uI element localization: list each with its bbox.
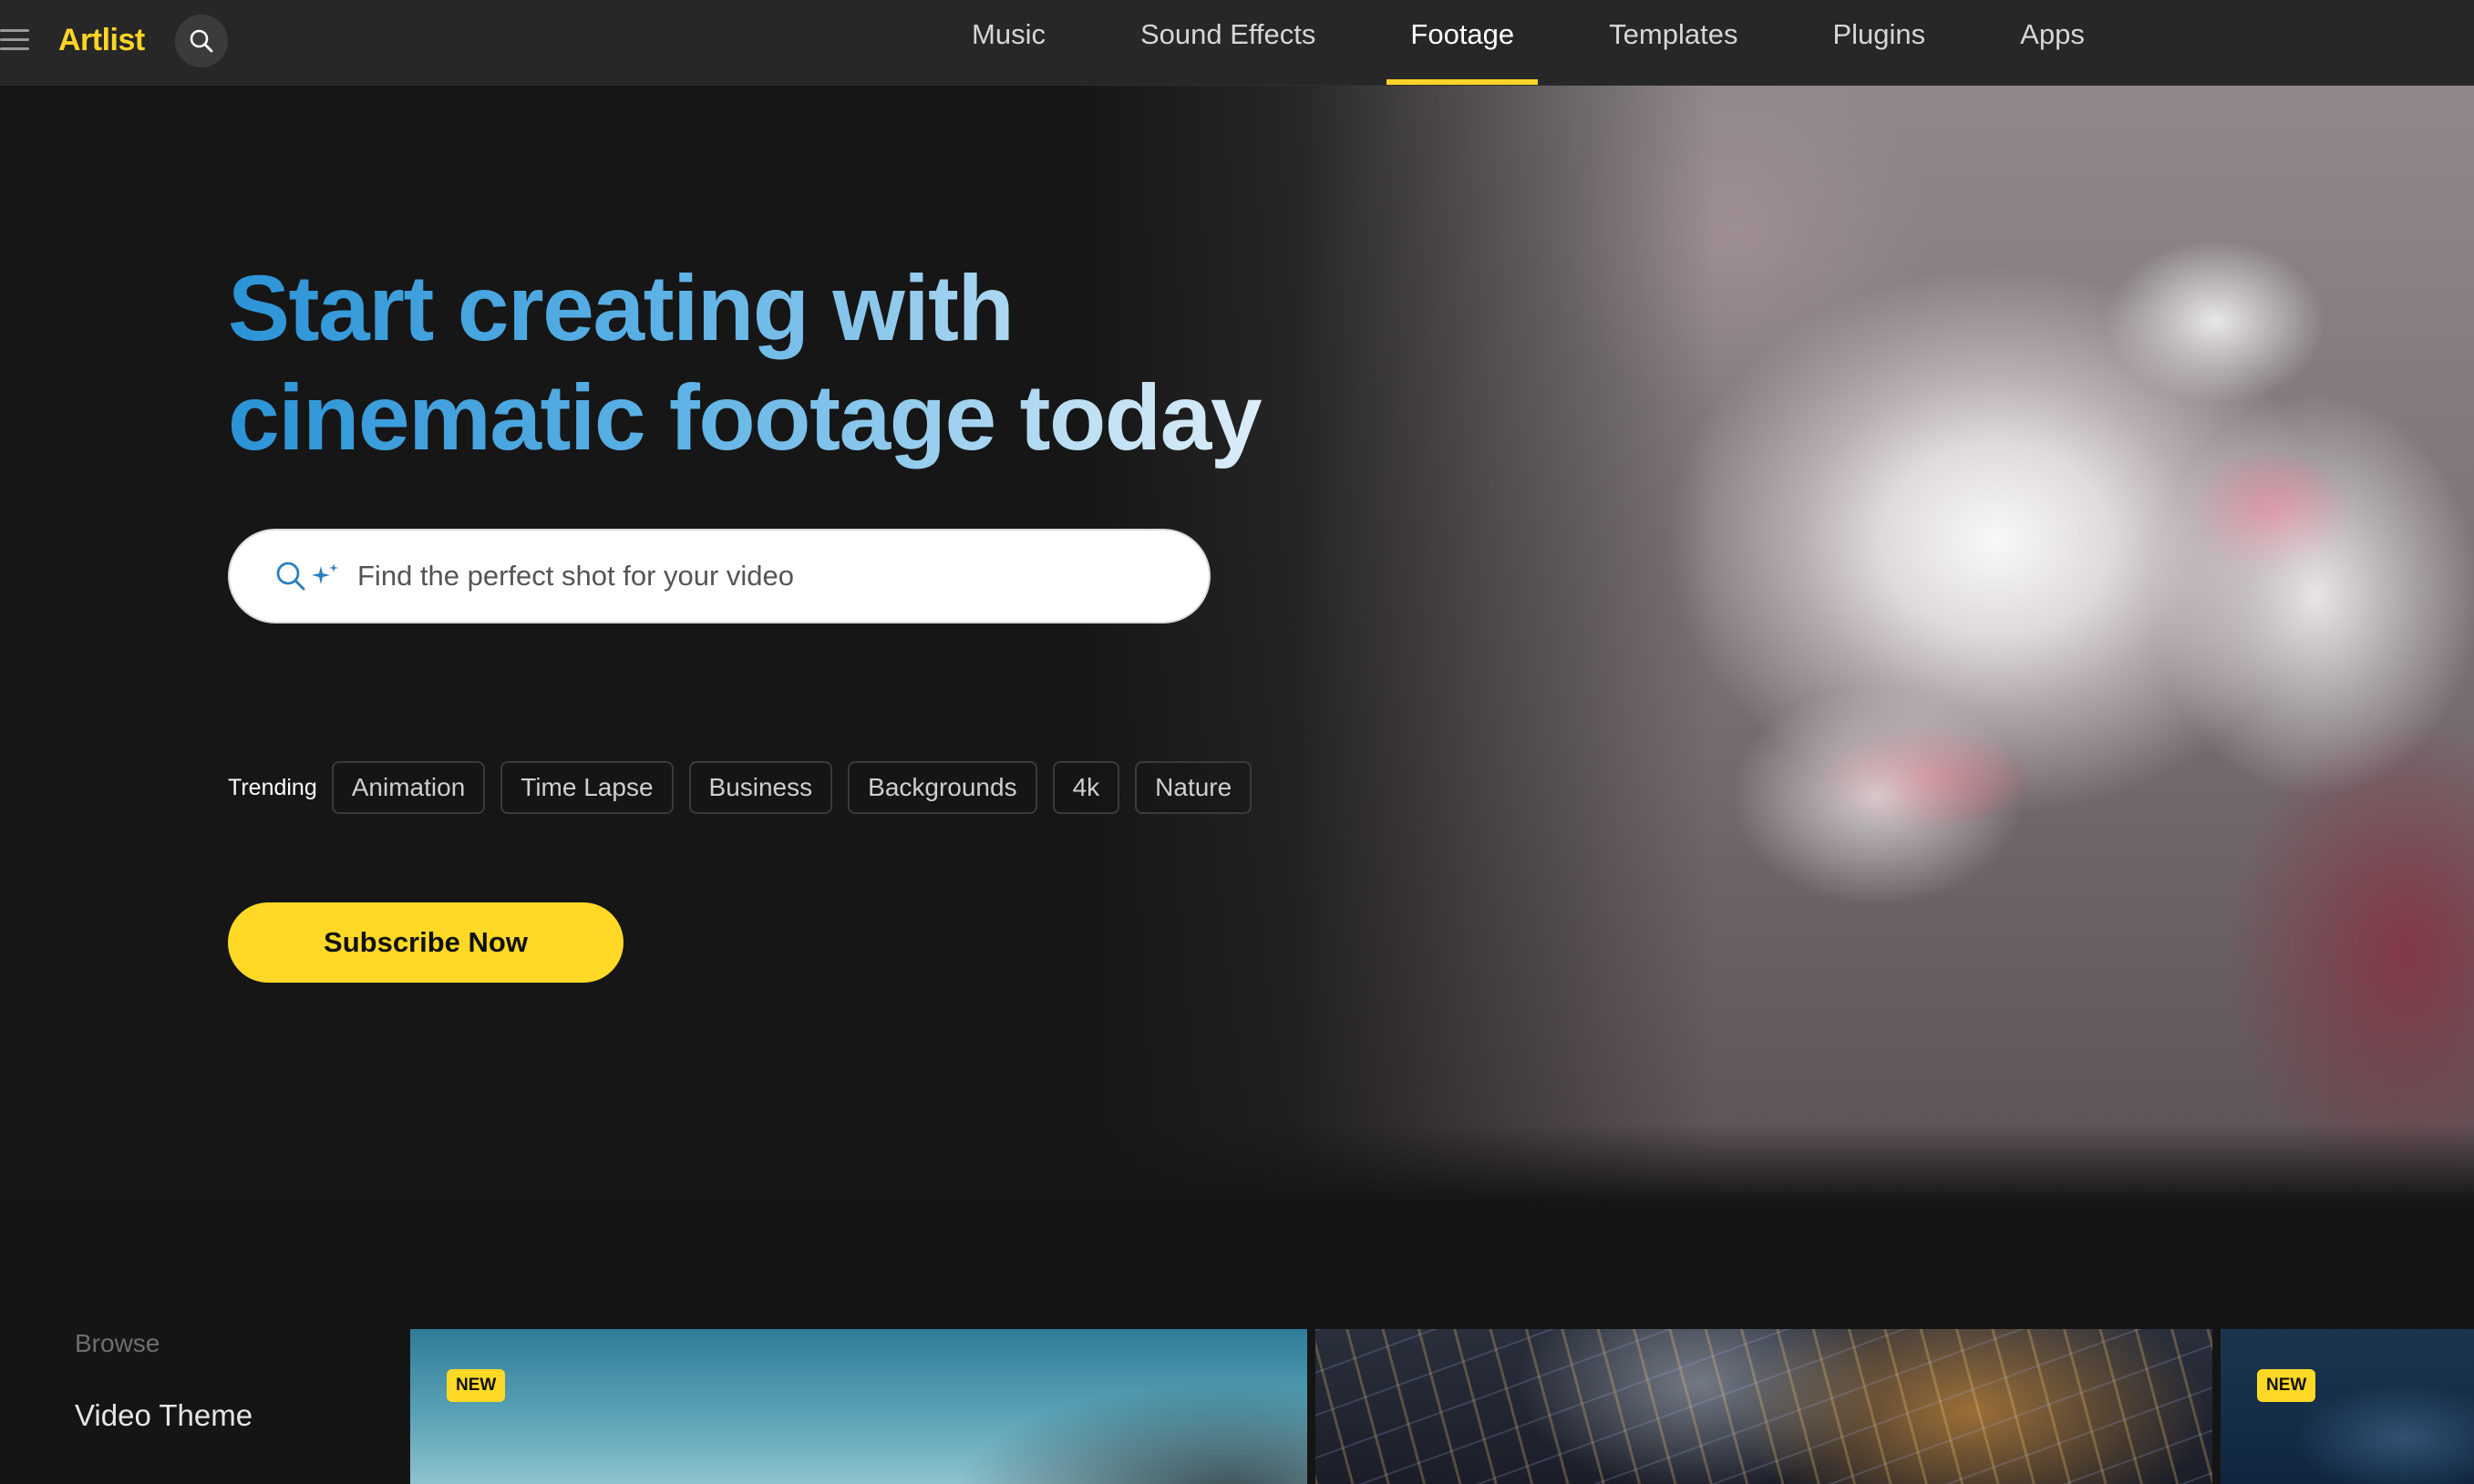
tab-apps[interactable]: Apps	[1996, 0, 2108, 85]
artlist-logo[interactable]: Artlist	[58, 18, 145, 62]
search-icon	[190, 29, 213, 53]
trending-tags: Trending Animation Time Lapse Business B…	[228, 760, 1267, 815]
tab-templates[interactable]: Templates	[1585, 0, 1761, 85]
browse-section: Browse Video Theme NEW NEW	[0, 1201, 2474, 1484]
header-search-button[interactable]	[175, 15, 228, 67]
browse-item-video-theme[interactable]: Video Theme	[75, 1398, 253, 1433]
hero-gradient-overlay	[1076, 85, 1714, 1201]
search-input[interactable]	[356, 548, 1088, 604]
sparkle-icon	[312, 563, 338, 584]
top-navigation-bar: Artlist Music Sound Effects Footage Temp…	[0, 0, 2474, 86]
hero-section	[0, 85, 2474, 1201]
hero-bottom-fade	[0, 1124, 2474, 1201]
new-badge: NEW	[447, 1369, 506, 1402]
main-nav-tabs: Music Sound Effects Footage Templates Pl…	[948, 0, 2108, 85]
trending-chip-4k[interactable]: 4k	[1052, 761, 1120, 814]
search-icon	[276, 562, 305, 591]
footage-thumbnail[interactable]	[1315, 1329, 2212, 1484]
trending-label: Trending	[228, 774, 317, 800]
trending-chip-nature[interactable]: Nature	[1135, 761, 1252, 814]
subscribe-now-button[interactable]: Subscribe Now	[228, 902, 624, 983]
hero-headline: Start creating with cinematic footage to…	[228, 253, 1376, 472]
trending-chip-time-lapse[interactable]: Time Lapse	[500, 761, 674, 814]
new-badge: NEW	[2257, 1369, 2316, 1402]
trending-chip-backgrounds[interactable]: Backgrounds	[848, 761, 1037, 814]
footage-thumbnail[interactable]: NEW	[2221, 1329, 2474, 1484]
tab-footage[interactable]: Footage	[1386, 0, 1538, 85]
hamburger-icon[interactable]	[0, 27, 31, 53]
browse-heading: Browse	[75, 1329, 160, 1357]
tab-sound-effects[interactable]: Sound Effects	[1117, 0, 1339, 85]
footage-search-bar[interactable]	[228, 529, 1211, 623]
trending-chip-animation[interactable]: Animation	[331, 761, 486, 814]
trending-chip-business[interactable]: Business	[688, 761, 833, 814]
tab-plugins[interactable]: Plugins	[1809, 0, 1949, 85]
ai-search-icons	[273, 559, 341, 593]
tab-music[interactable]: Music	[948, 0, 1069, 85]
footage-thumbnail[interactable]: NEW	[410, 1329, 1307, 1484]
